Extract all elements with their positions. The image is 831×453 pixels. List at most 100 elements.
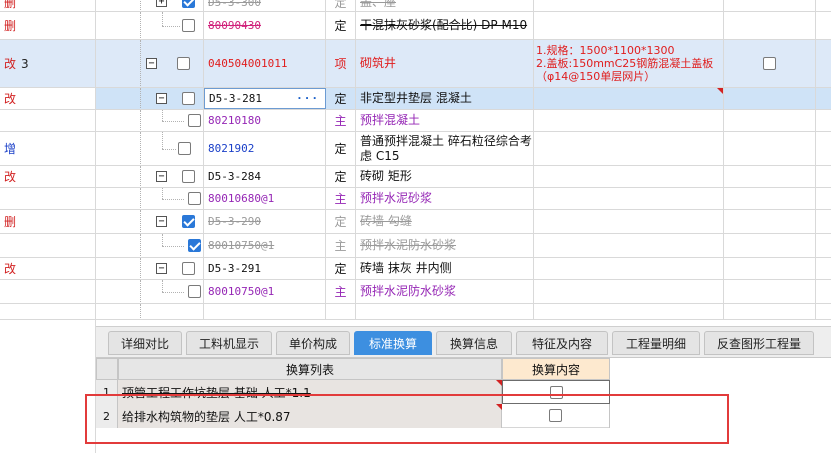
row-name: 盖、座 [356,0,534,11]
row-feature [534,0,724,11]
row-checkbox[interactable] [182,170,195,183]
row-mark [0,280,96,303]
row-checkbox[interactable] [188,114,201,127]
row-check-cell [724,132,816,165]
row-checkbox[interactable] [188,285,201,298]
row-mark: 改 [0,258,96,279]
row-checkbox[interactable] [182,92,195,105]
tab-unit-price[interactable]: 单价构成 [276,331,350,355]
note-marker-icon [717,88,723,94]
row-type [326,304,356,319]
detail-tab-bar: 详细对比 工料机显示 单价构成 标准换算 换算信息 特征及内容 工程量明细 反查… [96,326,831,358]
row-type: 主 [326,280,356,303]
row-type: 定 [326,210,356,233]
more-options-icon[interactable]: ··· [296,92,319,105]
row-check-cell [724,40,816,87]
tree-cell [96,132,204,165]
row-feature [534,166,724,187]
row-end-checkbox[interactable] [763,57,776,70]
tab-detail-compare[interactable]: 详细对比 [108,331,182,355]
table-row[interactable]: 80010750@1 主 预拌水泥防水砂浆 [0,234,831,258]
row-checkbox[interactable] [182,215,195,228]
row-checkbox[interactable] [182,262,195,275]
row-check-cell [724,188,816,209]
row-code: D5-3-300 [204,0,326,11]
row-checkbox[interactable] [188,192,201,205]
table-row[interactable]: 80010680@1 主 预拌水泥砂浆 [0,188,831,210]
row-name: 砖砌 矩形 [356,166,534,187]
tab-labor-material[interactable]: 工料机显示 [186,331,272,355]
table-row[interactable]: 改 − D5-3-284 定 砖砌 矩形 [0,166,831,188]
table-row[interactable]: 删 + D5-3-300 定 盖、座 [0,0,831,12]
row-feature [534,110,724,131]
col-header-index [96,358,118,380]
row-checkbox[interactable] [182,19,195,32]
row-code: 80010750@1 [204,234,326,257]
tab-conversion-info[interactable]: 换算信息 [436,331,512,355]
table-row[interactable]: 改 − D5-3-281 ··· 定 非定型井垫层 混凝土 [0,88,831,110]
tab-features-content[interactable]: 特征及内容 [516,331,608,355]
row-name: 干混抹灰砂浆(配合比) DP M10 [356,12,534,39]
row-type: 定 [326,88,356,109]
row-feature [534,188,724,209]
row-name: 预拌混凝土 [356,110,534,131]
table-row[interactable]: 删 − D5-3-290 定 砖墙 勾缝 [0,210,831,234]
row-name: 预拌水泥防水砂浆 [356,234,534,257]
collapse-toggle-icon[interactable]: − [156,216,167,227]
row-name: 砖墙 抹灰 井内侧 [356,258,534,279]
tab-standard-conversion[interactable]: 标准换算 [354,331,432,355]
code-edit-field[interactable]: D5-3-281 ··· [204,88,326,109]
row-mark: 删 [0,12,96,39]
row-feature [534,210,724,233]
row-name: 普通预拌混凝土 碎石粒径综合考虑 C15 [356,132,534,165]
row-checkbox[interactable] [188,239,201,252]
collapse-toggle-icon[interactable]: − [156,263,167,274]
table-row[interactable]: 增 8021902 定 普通预拌混凝土 碎石粒径综合考虑 C15 [0,132,831,166]
table-row[interactable]: 改 3 − 040504001011 项 砌筑井 1.规格：1500*1100*… [0,40,831,88]
tree-cell: − [96,40,204,87]
row-code: D5-3-281 [209,92,262,105]
table-row [0,304,831,320]
row-mark [0,234,96,257]
row-code: 040504001011 [204,40,326,87]
row-type: 主 [326,188,356,209]
row-code: D5-3-291 [204,258,326,279]
row-checkbox[interactable] [178,142,191,155]
highlight-annotation-box [85,394,729,444]
row-name: 非定型井垫层 混凝土 [356,88,534,109]
table-row[interactable]: 80210180 主 预拌混凝土 [0,110,831,132]
tree-cell: − [96,88,204,109]
row-feature: 1.规格：1500*1100*1300 2.盖板:150mmC25钢筋混凝土盖板… [534,40,724,87]
table-row[interactable]: 删 80090430 定 干混抹灰砂浆(配合比) DP M10 [0,12,831,40]
row-code [204,304,326,319]
tab-quantity-detail[interactable]: 工程量明细 [612,331,700,355]
tree-cell [96,12,204,39]
row-checkbox[interactable] [182,0,195,8]
row-code: D5-3-290 [204,210,326,233]
tree-cell: + [96,0,204,11]
collapse-toggle-icon[interactable]: − [156,171,167,182]
tree-cell [96,304,204,319]
expand-toggle-icon[interactable]: + [156,0,167,7]
row-feature [534,304,724,319]
row-check-cell [724,280,816,303]
tab-reverse-quantity[interactable]: 反查图形工程量 [704,331,814,355]
table-row[interactable]: 改 − D5-3-291 定 砖墙 抹灰 井内侧 [0,258,831,280]
row-feature [534,258,724,279]
tree-cell: − [96,166,204,187]
tree-cell [96,234,204,257]
table-row[interactable]: 80010750@1 主 预拌水泥防水砂浆 [0,280,831,304]
tree-cell [96,188,204,209]
row-mark: 改 [0,88,96,109]
row-name: 砖墙 勾缝 [356,210,534,233]
row-checkbox[interactable] [177,57,190,70]
row-mark [0,110,96,131]
collapse-toggle-icon[interactable]: − [156,93,167,104]
collapse-toggle-icon[interactable]: − [146,58,157,69]
row-code: D5-3-284 [204,166,326,187]
row-check-cell [724,258,816,279]
tree-cell [96,110,204,131]
row-check-cell [724,234,816,257]
row-check-cell [724,210,816,233]
row-mark-label: 改 [4,57,17,71]
